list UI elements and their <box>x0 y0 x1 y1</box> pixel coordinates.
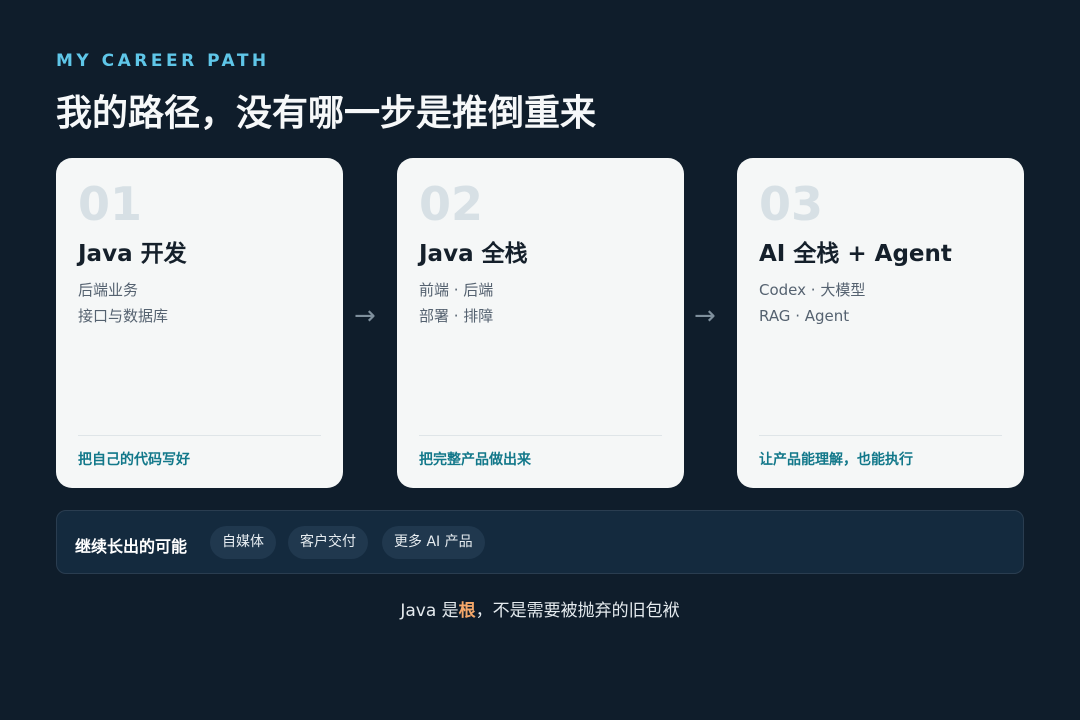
career-card-01: 01 Java 开发 后端业务 接口与数据库 把自己的代码写好 <box>56 158 343 488</box>
card-title: Java 全栈 <box>419 241 528 267</box>
possibilities-label: 继续长出的可能 <box>75 537 188 556</box>
card-description-line: 接口与数据库 <box>78 307 169 325</box>
card-description-line: 前端 · 后端 <box>419 281 494 299</box>
footer-highlight: 根 <box>458 601 476 621</box>
card-description: 前端 · 后端 部署 · 排障 <box>419 277 493 329</box>
card-description-line: 部署 · 排障 <box>419 307 494 325</box>
card-tagline: 让产品能理解，也能执行 <box>759 452 913 468</box>
page-title: 我的路径，没有哪一步是推倒重来 <box>56 93 597 134</box>
possibilities-panel: 继续长出的可能 自媒体 客户交付 更多 AI 产品 <box>56 510 1024 574</box>
footer-suffix: ，不是需要被抛弃的旧包袱 <box>475 601 680 621</box>
card-description-line: RAG · Agent <box>759 307 850 325</box>
chip-self-media: 自媒体 <box>210 526 276 559</box>
card-tagline: 把完整产品做出来 <box>419 452 531 468</box>
footer-prefix: Java 是 <box>400 601 459 621</box>
arrow-right-icon: → <box>354 301 376 331</box>
chip-more-ai-products: 更多 AI 产品 <box>382 526 485 559</box>
card-number: 01 <box>78 177 143 231</box>
card-tagline: 把自己的代码写好 <box>78 452 190 468</box>
career-card-02: 02 Java 全栈 前端 · 后端 部署 · 排障 把完整产品做出来 <box>397 158 684 488</box>
card-number: 02 <box>419 177 484 231</box>
card-description-line: Codex · 大模型 <box>759 281 866 299</box>
career-card-03: 03 AI 全栈 + Agent Codex · 大模型 RAG · Agent… <box>737 158 1024 488</box>
card-divider <box>78 435 321 436</box>
card-divider <box>419 435 662 436</box>
card-title: AI 全栈 + Agent <box>759 241 952 267</box>
footer-statement: Java 是根，不是需要被抛弃的旧包袱 <box>0 596 1080 621</box>
card-number: 03 <box>759 177 824 231</box>
career-path-cards: 01 Java 开发 后端业务 接口与数据库 把自己的代码写好 → 02 Jav… <box>56 158 1024 488</box>
card-description: 后端业务 接口与数据库 <box>78 277 168 329</box>
chip-client-delivery: 客户交付 <box>288 526 368 559</box>
card-divider <box>759 435 1002 436</box>
card-description-line: 后端业务 <box>78 281 139 299</box>
card-description: Codex · 大模型 RAG · Agent <box>759 277 865 329</box>
eyebrow-label: MY CAREER PATH <box>56 51 270 71</box>
arrow-right-icon: → <box>694 301 716 331</box>
card-title: Java 开发 <box>78 241 187 267</box>
